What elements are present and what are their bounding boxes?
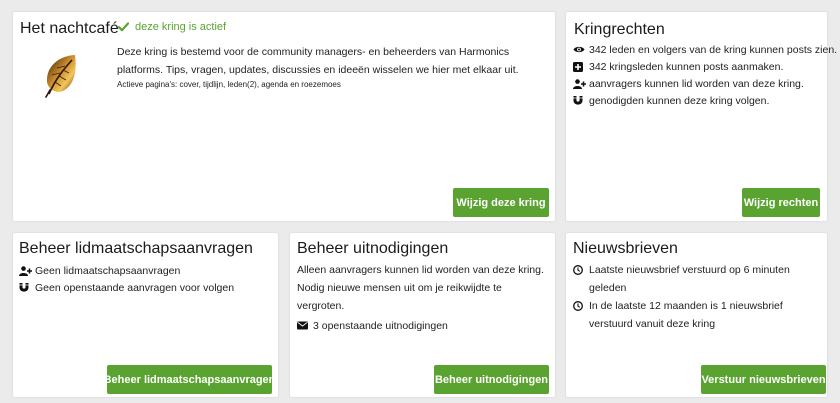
list-item: aanvragers kunnen lid worden van deze kr… <box>573 75 837 92</box>
eye-icon <box>573 44 586 55</box>
clock-icon <box>573 264 586 275</box>
list-item: genodigden kunnen deze kring volgen. <box>573 92 837 109</box>
rights-item-text: 342 kringsleden kunnen posts aanmaken. <box>589 60 784 73</box>
user-plus-icon <box>573 78 586 89</box>
invitations-title: Beheer uitnodigingen <box>297 240 449 257</box>
list-item: 342 leden en volgers van de kring kunnen… <box>573 41 837 58</box>
membership-item-text: Geen lidmaatschapsaanvragen <box>35 264 181 277</box>
rights-card: Kringrechten 342 leden en volgers van de… <box>566 12 837 221</box>
invitations-list: 3 openstaande uitnodigingen <box>297 317 448 334</box>
edit-rights-button[interactable]: Wijzig rechten <box>742 188 820 217</box>
list-item: Geen openstaande aanvragen voor volgen <box>19 279 234 296</box>
membership-list: Geen lidmaatschapsaanvragen Geen opensta… <box>19 262 234 296</box>
newsletters-list: Laatste nieuwsbrief verstuurd op 6 minut… <box>573 261 823 333</box>
manage-membership-button[interactable]: Beheer lidmaatschapsaanvragen <box>104 365 275 394</box>
manage-invitations-button[interactable]: Beheer uitnodigingen <box>434 365 549 394</box>
active-pages: Actieve pagina's: cover, tijdlijn, leden… <box>117 80 341 89</box>
kring-title: Het nachtcafé <box>20 20 119 37</box>
invitations-card: Beheer uitnodigingen Alleen aanvragers k… <box>290 233 555 397</box>
invitations-description: Alleen aanvragers kunnen lid worden van … <box>297 264 544 312</box>
user-plus-icon <box>19 265 32 276</box>
rights-title: Kringrechten <box>574 21 665 38</box>
rights-item-text: 342 leden en volgers van de kring kunnen… <box>589 43 838 56</box>
status-badge: deze kring is actief <box>118 21 226 33</box>
newsletters-item-text: Laatste nieuwsbrief verstuurd op 6 minut… <box>589 264 790 294</box>
plus-square-icon <box>573 61 586 72</box>
clock-icon <box>573 300 586 311</box>
newsletters-card: Nieuwsbrieven Laatste nieuwsbrief verstu… <box>566 233 827 397</box>
check-icon <box>118 22 132 33</box>
rights-list: 342 leden en volgers van de kring kunnen… <box>573 41 837 109</box>
leaf-icon <box>41 52 81 103</box>
rights-item-text: genodigden kunnen deze kring volgen. <box>589 94 770 107</box>
kring-info-card: Het nachtcafé deze kring is actief Deze … <box>13 12 555 221</box>
membership-item-text: Geen openstaande aanvragen voor volgen <box>35 281 235 294</box>
newsletters-item-text: In de laatste 12 maanden is 1 nieuwsbrie… <box>589 300 783 330</box>
membership-card: Beheer lidmaatschapsaanvragen Geen lidma… <box>13 233 278 397</box>
list-item: Geen lidmaatschapsaanvragen <box>19 262 234 279</box>
kring-description: Deze kring is bestemd voor de community … <box>117 46 519 76</box>
list-item: In de laatste 12 maanden is 1 nieuwsbrie… <box>573 297 823 333</box>
magnet-icon <box>19 282 32 293</box>
send-newsletters-button[interactable]: Verstuur nieuwsbrieven <box>701 365 826 394</box>
membership-title: Beheer lidmaatschapsaanvragen <box>19 240 253 257</box>
list-item: 342 kringsleden kunnen posts aanmaken. <box>573 58 837 75</box>
edit-kring-button[interactable]: Wijzig deze kring <box>453 188 549 217</box>
list-item: Laatste nieuwsbrief verstuurd op 6 minut… <box>573 261 823 297</box>
newsletters-title: Nieuwsbrieven <box>573 240 678 257</box>
list-item: 3 openstaande uitnodigingen <box>297 317 448 334</box>
invitations-item-text: 3 openstaande uitnodigingen <box>313 319 448 332</box>
status-text: deze kring is actief <box>135 21 227 33</box>
magnet-icon <box>573 95 586 106</box>
rights-item-text: aanvragers kunnen lid worden van deze kr… <box>589 77 804 90</box>
envelope-icon <box>297 320 310 331</box>
